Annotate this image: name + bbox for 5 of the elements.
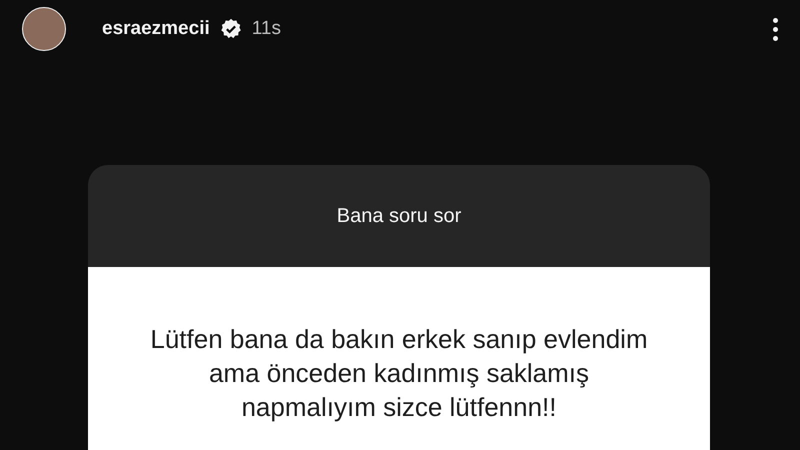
card-title: Bana soru sor (336, 204, 462, 228)
username[interactable]: esraezmecii (102, 18, 210, 40)
post-time: 11s (252, 18, 281, 40)
question-text: Lütfen bana da bakın erkek sanıp evlendim ama önceden kadınmış saklamış napmalıyım sizce lütfennn!! (149, 323, 649, 424)
avatar-photo-placeholder[interactable] (22, 7, 66, 51)
